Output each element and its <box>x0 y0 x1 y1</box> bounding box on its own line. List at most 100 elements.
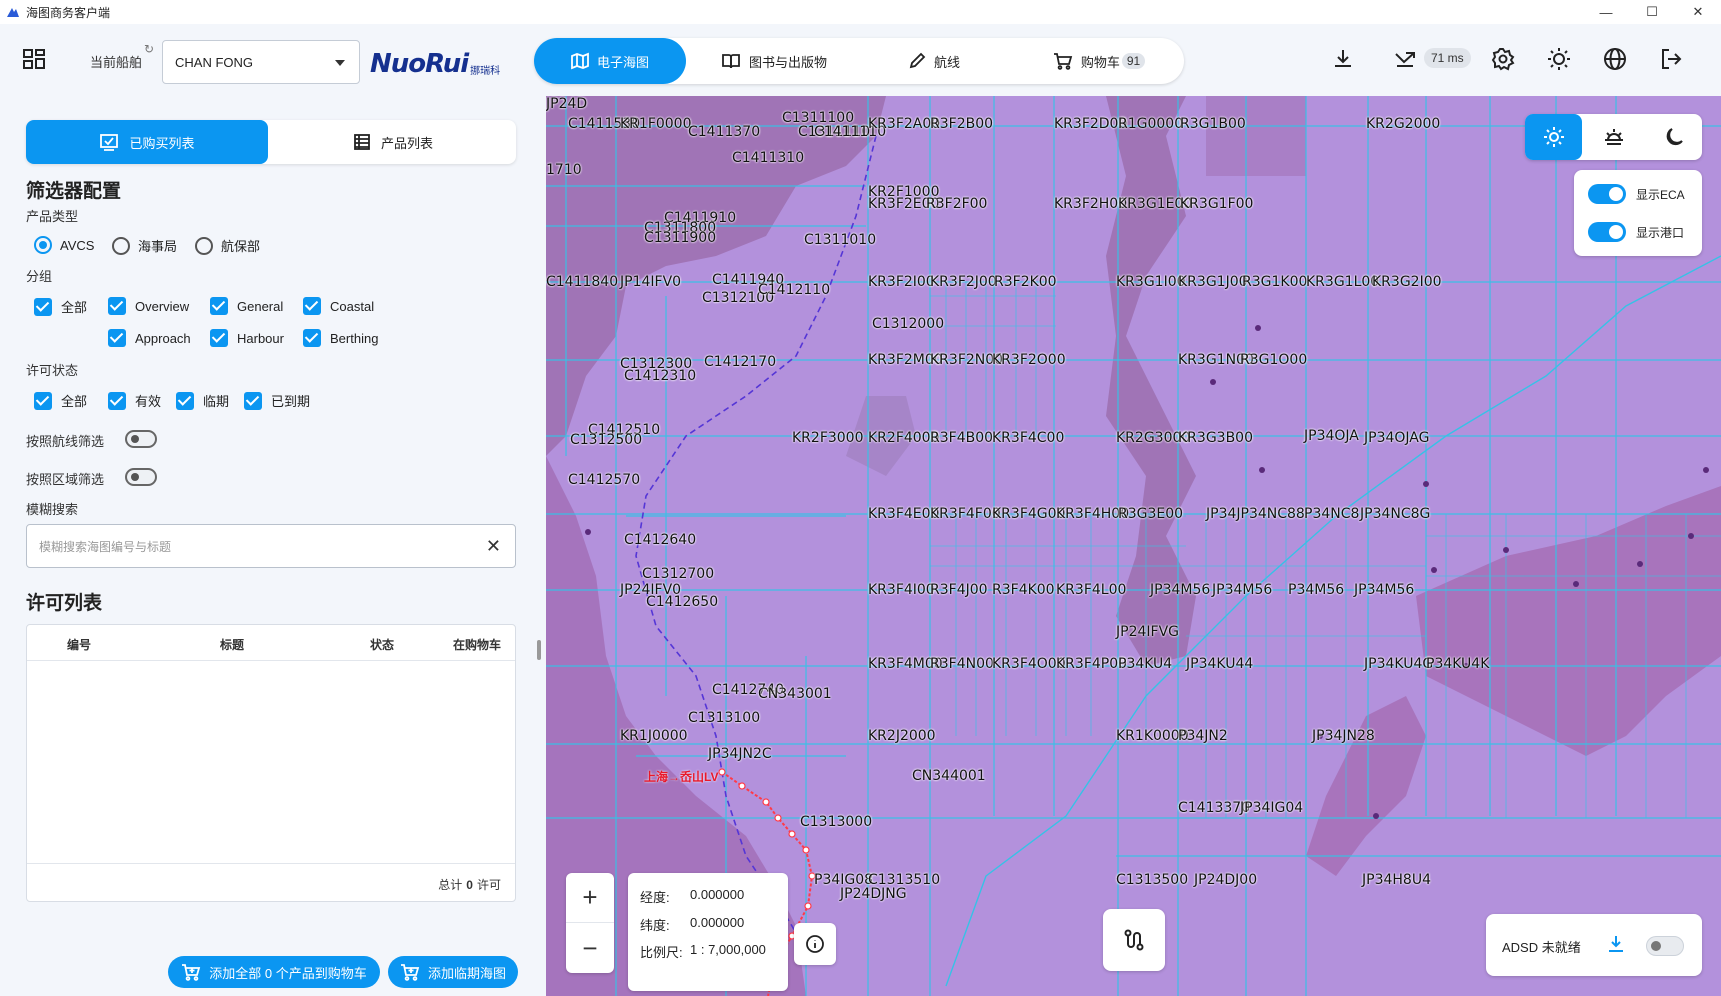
chart-cell-label[interactable]: KR3G2I00 <box>1372 274 1442 290</box>
chart-cell-label[interactable]: KR3F4E00 <box>868 506 939 522</box>
download-icon[interactable] <box>1606 934 1626 954</box>
radio-navigation-bureau[interactable]: 航保部 <box>195 236 260 255</box>
chart-cell-label[interactable]: KR3F4I00 <box>868 582 935 598</box>
chart-cell-label[interactable]: KR2J2000 <box>868 728 936 744</box>
chart-cell-label[interactable]: JP34JP34NC88 <box>1206 506 1305 522</box>
close-icon[interactable]: ✕ <box>486 536 501 557</box>
chart-cell-label[interactable]: C1411310 <box>732 150 804 166</box>
zoom-in-button[interactable]: + <box>566 873 614 923</box>
menu-grid-button[interactable] <box>22 46 48 72</box>
column-in-cart[interactable]: 在购物车 <box>453 636 501 653</box>
chart-cell-label[interactable]: KR2G2000 <box>1366 116 1440 132</box>
show-eca-toggle[interactable] <box>1588 184 1626 204</box>
chart-cell-label[interactable]: KR3G1J00 <box>1178 274 1248 290</box>
chart-cell-label[interactable]: KR3F4L00 <box>1056 582 1126 598</box>
chart-cell-label[interactable]: JP34M56 <box>1212 582 1272 598</box>
chart-cell-label[interactable]: P34KU4 <box>1118 656 1172 672</box>
chart-cell-label[interactable]: KR3F2I00 <box>868 274 935 290</box>
chart-cell-label[interactable]: C1412110 <box>758 282 830 298</box>
chart-cell-label[interactable]: KR3F2O00 <box>992 352 1066 368</box>
chart-cell-label[interactable]: JP34KU44 <box>1186 656 1253 672</box>
show-ports-row[interactable]: 显示港口 <box>1588 222 1684 242</box>
chart-cell-label[interactable]: JP34M56 <box>1150 582 1210 598</box>
chart-cell-label[interactable]: C1312500 <box>570 432 642 448</box>
chart-cell-label[interactable]: C1311900 <box>644 230 716 246</box>
chart-cell-label[interactable]: C1412170 <box>704 354 776 370</box>
brightness-button[interactable] <box>1544 44 1574 74</box>
chart-cell-label[interactable]: R3F4K00 <box>992 582 1055 598</box>
chart-cell-label[interactable]: R1G0000 <box>1118 116 1183 132</box>
chart-cell-label[interactable]: JP24IFVG <box>1116 624 1179 640</box>
column-number[interactable]: 编号 <box>67 636 91 653</box>
close-window-button[interactable]: ✕ <box>1675 0 1721 24</box>
checkbox-group-all[interactable]: 全部 <box>34 297 87 316</box>
chart-cell-label[interactable]: KR3F2D00 <box>1054 116 1127 132</box>
chart-cell-label[interactable]: P34JN2 <box>1178 728 1228 744</box>
chart-cell-label[interactable]: P34M56 <box>1288 582 1344 598</box>
checkbox-status-all[interactable]: 全部 <box>34 391 87 410</box>
chart-cell-label[interactable]: KR3F4G00 <box>992 506 1065 522</box>
settings-button[interactable] <box>1488 44 1518 74</box>
chart-cell-label[interactable]: R3G1O00 <box>1240 352 1307 368</box>
ship-select[interactable]: CHAN FONG <box>162 40 360 84</box>
tab-cart[interactable]: 购物车 91 <box>1024 38 1174 84</box>
chart-cell-label[interactable]: C1311010 <box>804 232 876 248</box>
chart-cell-label[interactable]: R3G1K00 <box>1242 274 1307 290</box>
chart-cell-label[interactable]: R3F2F00 <box>926 196 987 212</box>
chart-cell-label[interactable]: C1412650 <box>646 594 718 610</box>
logout-button[interactable] <box>1656 44 1686 74</box>
chart-cell-label[interactable]: R3F2B00 <box>930 116 993 132</box>
maximize-button[interactable]: ☐ <box>1629 0 1675 24</box>
chart-cell-label[interactable]: C1412570 <box>568 472 640 488</box>
add-all-to-cart-button[interactable]: 添加全部 0 个产品到购物车 <box>168 956 380 988</box>
chart-cell-label[interactable]: R3F2K00 <box>994 274 1057 290</box>
checkbox-group-approach[interactable]: Approach <box>108 329 191 347</box>
language-button[interactable] <box>1600 44 1630 74</box>
chart-cell-label[interactable]: 1710 <box>546 162 582 178</box>
chart-cell-label[interactable]: R3G3E00 <box>1118 506 1183 522</box>
chart-cell-label[interactable]: C1411840 <box>546 274 618 290</box>
panel-resize-handle[interactable] <box>537 640 541 660</box>
tab-purchased-list[interactable]: 已购买列表 <box>26 120 268 164</box>
chart-cell-label[interactable]: KR2F3000 <box>792 430 864 446</box>
chart-cell-label[interactable]: JP24DJNG <box>840 886 907 902</box>
chart-cell-label[interactable]: C1313100 <box>688 710 760 726</box>
chart-cell-label[interactable]: P34NC8 <box>1304 506 1359 522</box>
dusk-mode-button[interactable] <box>1585 114 1642 160</box>
download-button[interactable] <box>1328 44 1358 74</box>
chart-cell-label[interactable]: KR3G1F00 <box>1180 196 1253 212</box>
connection-button[interactable] <box>1390 44 1420 74</box>
tab-electronic-chart[interactable]: 电子海图 <box>534 38 686 84</box>
checkbox-status-expiring[interactable]: 临期 <box>176 391 229 410</box>
chart-cell-label[interactable]: C1412310 <box>624 368 696 384</box>
chart-cell-label[interactable]: KR1F0000 <box>620 116 692 132</box>
chart-cell-label[interactable]: JP34KU4G <box>1364 656 1433 672</box>
chart-cell-label[interactable]: C1313000 <box>800 814 872 830</box>
chart-cell-label[interactable]: KR3F4F00 <box>930 506 1001 522</box>
column-title[interactable]: 标题 <box>220 636 244 653</box>
route-measure-button[interactable] <box>1103 909 1165 971</box>
chart-cell-label[interactable]: R3F4J00 <box>930 582 988 598</box>
chart-cell-label[interactable]: JP34M56 <box>1354 582 1414 598</box>
checkbox-group-berthing[interactable]: Berthing <box>303 329 378 347</box>
chart-cell-label[interactable]: C1312000 <box>872 316 944 332</box>
chart-cell-label[interactable]: JP34OJA <box>1304 428 1359 444</box>
chart-cell-label[interactable]: R3G1B00 <box>1180 116 1246 132</box>
tab-product-list[interactable]: 产品列表 <box>272 120 514 164</box>
chart-cell-label[interactable]: CN343001 <box>758 686 832 702</box>
chart-cell-label[interactable]: C1312700 <box>642 566 714 582</box>
night-mode-button[interactable] <box>1645 114 1702 160</box>
checkbox-status-expired[interactable]: 已到期 <box>244 391 310 410</box>
map-canvas[interactable] <box>546 96 1721 996</box>
chart-cell-label[interactable]: JP34NC8G <box>1360 506 1430 522</box>
filter-by-route-toggle[interactable] <box>125 430 157 448</box>
tab-routes[interactable]: 航线 <box>864 38 1004 84</box>
chart-cell-label[interactable]: JP34JN28 <box>1312 728 1375 744</box>
chart-cell-label[interactable]: JP34JN2C <box>708 746 772 762</box>
chart-search-input[interactable]: 模糊搜索海图编号与标题 ✕ <box>26 524 516 568</box>
chart-cell-label[interactable]: KR3F2H00 <box>1054 196 1127 212</box>
chart-cell-label[interactable]: KR1J0000 <box>620 728 688 744</box>
chart-cell-label[interactable]: JP34H8U4 <box>1362 872 1431 888</box>
adsd-toggle[interactable] <box>1646 936 1684 956</box>
info-button[interactable] <box>794 923 836 965</box>
